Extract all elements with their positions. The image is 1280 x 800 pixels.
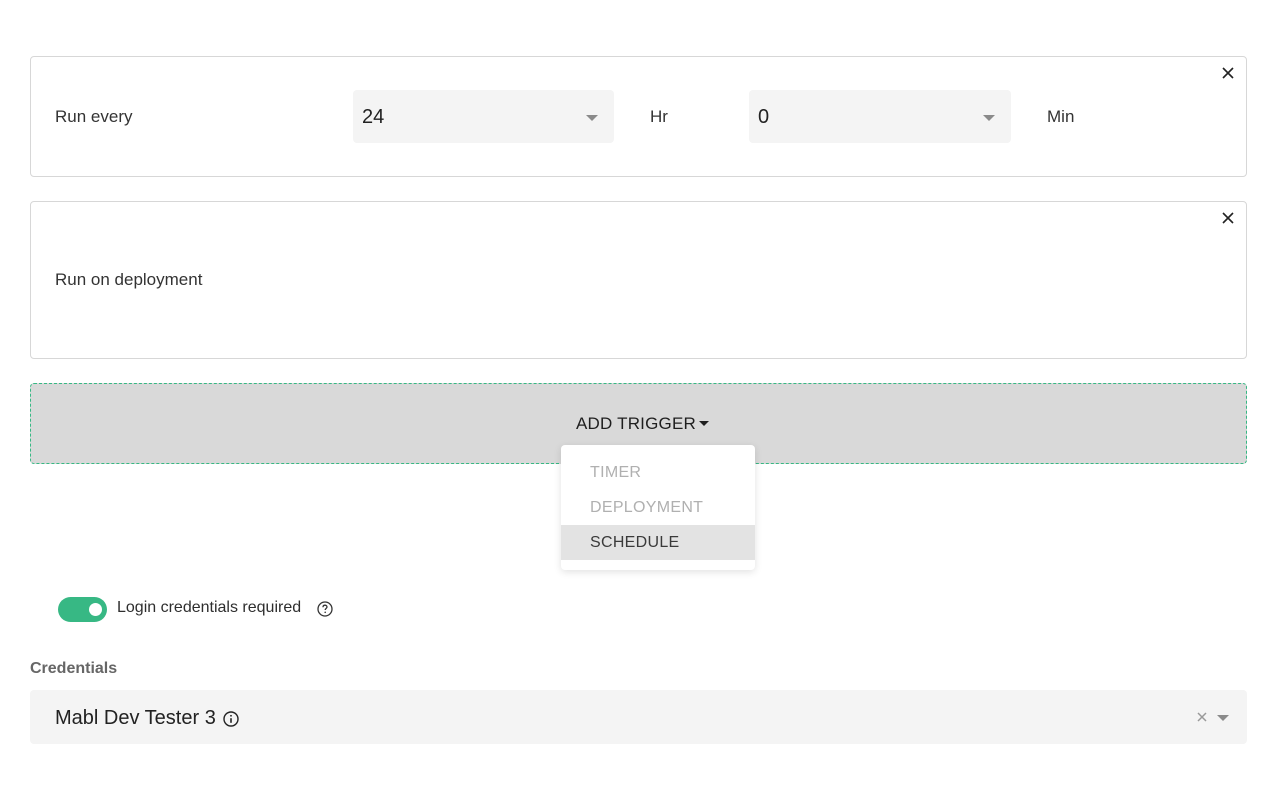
hours-select[interactable]: 24 bbox=[353, 90, 614, 143]
question-circle-icon[interactable] bbox=[317, 601, 333, 617]
chevron-down-icon bbox=[586, 115, 598, 121]
hours-unit-label: Hr bbox=[650, 107, 668, 126]
add-trigger-label: ADD TRIGGER bbox=[576, 414, 696, 433]
credentials-select[interactable]: Mabl Dev Tester 3 bbox=[30, 690, 1247, 744]
menu-item-deployment[interactable]: DEPLOYMENT bbox=[561, 490, 755, 525]
hours-value: 24 bbox=[362, 106, 385, 128]
info-circle-icon[interactable] bbox=[223, 711, 239, 727]
caret-down-icon bbox=[698, 421, 709, 426]
chevron-down-icon[interactable] bbox=[1217, 715, 1229, 721]
run-on-deployment-label: Run on deployment bbox=[55, 270, 203, 289]
chevron-down-icon bbox=[983, 115, 995, 121]
close-icon[interactable] bbox=[1220, 65, 1236, 81]
minutes-unit-label: Min bbox=[1047, 107, 1075, 126]
deployment-trigger-card: Run on deployment bbox=[30, 201, 1247, 359]
credentials-value: Mabl Dev Tester 3 bbox=[55, 707, 216, 729]
login-credentials-toggle[interactable] bbox=[58, 597, 107, 622]
menu-item-timer[interactable]: TIMER bbox=[561, 455, 755, 490]
toggle-knob bbox=[89, 603, 102, 616]
add-trigger-button[interactable]: ADD TRIGGER bbox=[576, 414, 709, 434]
timer-trigger-card: Run every 24 Hr 0 Min bbox=[30, 56, 1247, 177]
minutes-select[interactable]: 0 bbox=[749, 90, 1011, 143]
minutes-value: 0 bbox=[758, 106, 770, 128]
run-every-label: Run every bbox=[55, 107, 133, 126]
trigger-settings: Run every 24 Hr 0 Min Run on deployment … bbox=[0, 0, 1280, 800]
add-trigger-menu: TIMER DEPLOYMENT SCHEDULE bbox=[561, 445, 755, 570]
login-credentials-label: Login credentials required bbox=[117, 599, 302, 616]
credentials-label: Credentials bbox=[30, 660, 118, 677]
menu-item-schedule[interactable]: SCHEDULE bbox=[561, 525, 755, 560]
close-icon[interactable] bbox=[1220, 210, 1236, 226]
clear-icon[interactable] bbox=[1195, 710, 1209, 724]
